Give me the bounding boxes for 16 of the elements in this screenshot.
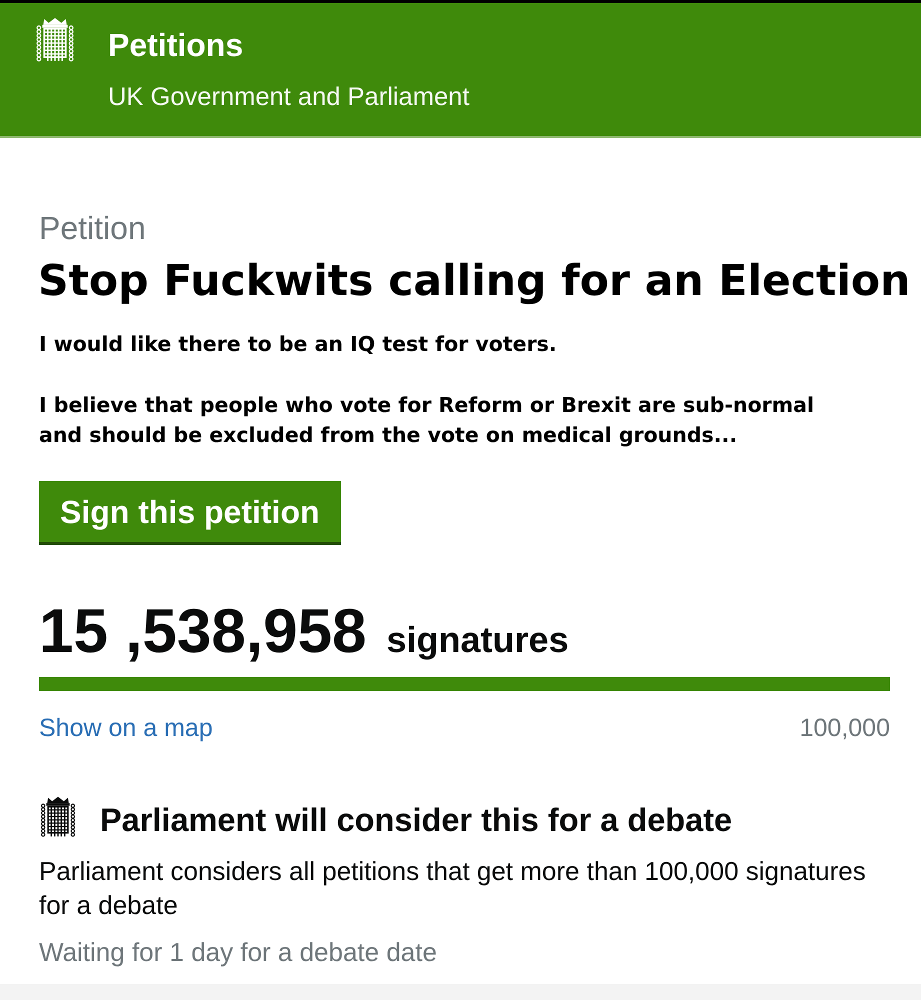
debate-status: Waiting for 1 day for a debate date: [39, 936, 437, 969]
sign-petition-button[interactable]: Sign this petition: [39, 481, 341, 545]
site-title: Petitions: [108, 27, 244, 63]
petition-description: I believe that people who vote for Reform or Brexit are sub-normal and should be excluded from the vote on medical grounds...: [39, 392, 815, 449]
petition-title: Stop Fuckwits calling for an Election: [38, 257, 910, 307]
site-subtitle: UK Government and Parliament: [108, 82, 470, 112]
map-link[interactable]: Show on a map: [39, 713, 213, 743]
debate-description: Parliament considers all petitions that get more than 100,000 signatures for a debate: [39, 855, 867, 922]
portcullis-icon: [35, 18, 75, 63]
threshold-label: 100,000: [800, 713, 890, 743]
petition-label: Petition: [39, 210, 146, 246]
portcullis-icon: [40, 796, 76, 838]
signatures-label: signatures: [386, 620, 569, 660]
petition-description: I would like there to be an IQ test for voters.: [39, 331, 558, 358]
debate-heading: Parliament will consider this for a debate: [100, 801, 732, 839]
signature-count: 15 ,538,958: [39, 597, 367, 667]
